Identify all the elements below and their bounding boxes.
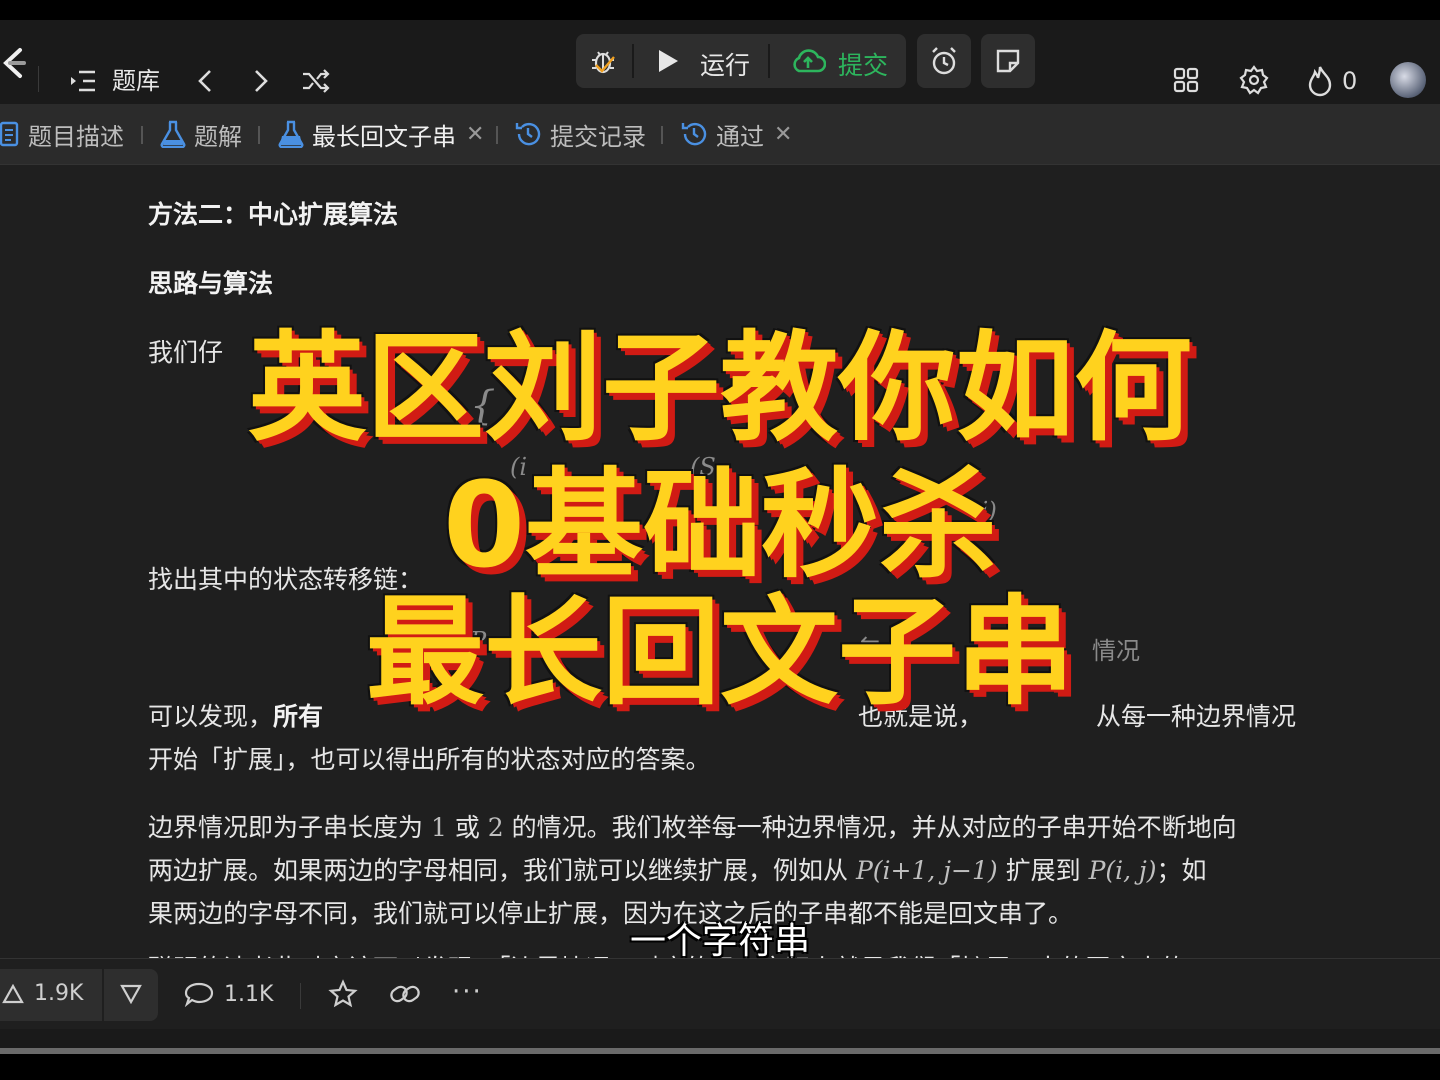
link-icon (390, 985, 420, 1003)
divider (38, 66, 39, 92)
submit-button[interactable]: 提交 (838, 46, 888, 82)
chevron-left-icon[interactable] (190, 66, 220, 96)
overlay-title-line2: 0基础秒杀 (442, 456, 998, 594)
list-icon[interactable] (68, 66, 98, 96)
horizontal-scrollbar[interactable] (0, 1048, 1440, 1054)
upvote-triangle-icon (2, 983, 24, 1003)
tab-label: 题解 (194, 122, 242, 151)
comment-icon (184, 982, 214, 1007)
flame-icon[interactable] (1304, 64, 1336, 98)
gear-icon[interactable] (1238, 64, 1270, 96)
run-submit-group: 运行 提交 (576, 34, 906, 88)
tab-submissions[interactable]: 提交记录 (514, 118, 646, 151)
upvote-button[interactable]: 1.9K (2, 981, 83, 1006)
section-heading: 方法二：中心扩展算法 (148, 200, 399, 229)
tab-label: 通过 (716, 122, 764, 151)
tab-accepted[interactable]: 通过 ✕ (680, 118, 792, 151)
problem-bank-link[interactable]: 题库 (112, 66, 160, 96)
run-button[interactable]: 运行 (700, 46, 750, 82)
tab-label: 最长回文子串 (312, 122, 456, 151)
star-icon (328, 979, 358, 1008)
leetcode-logo[interactable] (0, 46, 26, 80)
description-icon (0, 121, 19, 147)
flask-icon (160, 120, 186, 148)
paragraph-boundary-line1: 边界情况即为子串长度为 1 或 2 的情况。我们枚举每一种边界情况，并从对应的子… (148, 813, 1237, 842)
overlay-title-line1: 英区刘子教你如何 (247, 319, 1192, 457)
share-link-button[interactable] (388, 979, 422, 1009)
paragraph-boundary-line2: 两边扩展。如果两边的字母相同，我们就可以继续扩展，例如从 P(i+1, j−1)… (148, 856, 1207, 885)
section-subheading: 思路与算法 (148, 269, 274, 298)
upvote-count: 1.9K (34, 981, 84, 1006)
tab-solution-article[interactable]: 最长回文子串 ✕ (278, 118, 484, 151)
solution-action-bar: 1.9K 1.1K ··· (0, 958, 1440, 1029)
favorite-button[interactable] (328, 979, 358, 1009)
shuffle-icon[interactable] (300, 66, 332, 96)
note-icon (996, 49, 1020, 73)
streak-count: 0 (1342, 67, 1358, 95)
alarm-clock-icon (932, 47, 956, 75)
debug-bug-icon[interactable] (588, 46, 618, 76)
close-icon[interactable]: ✕ (466, 122, 484, 147)
downvote-triangle-icon (120, 984, 142, 1004)
downvote-button[interactable] (120, 984, 142, 1004)
timer-button[interactable] (917, 34, 971, 88)
history-icon (515, 122, 541, 146)
video-subtitle: 一个字符串 (629, 921, 810, 962)
more-options-icon[interactable]: ··· (452, 977, 483, 1007)
close-icon[interactable]: ✕ (774, 122, 792, 147)
history-icon (681, 122, 707, 146)
vote-group: 1.9K (0, 969, 158, 1021)
flask-icon (278, 120, 304, 148)
cloud-upload-icon[interactable] (790, 47, 827, 79)
tab-bar: 题目描述 题解 最长回文子串 ✕ 提交记录 通过 ✕ (0, 104, 1440, 165)
overlay-title-line3: 最长回文子串 (365, 583, 1074, 721)
chevron-right-icon[interactable] (246, 66, 276, 96)
comment-count: 1.1K (224, 981, 274, 1007)
tab-description[interactable]: 题目描述 (0, 118, 124, 151)
tab-label: 提交记录 (550, 122, 646, 151)
top-navbar: 题库 运行 提交 0 (0, 20, 1440, 104)
tab-solutions[interactable]: 题解 (160, 118, 242, 151)
notes-button[interactable] (981, 34, 1035, 88)
comments-button[interactable]: 1.1K (184, 981, 273, 1007)
avatar[interactable] (1390, 62, 1426, 98)
paragraph-observation-line2: 开始「扩展」，也可以得出所有的状态对应的答案。 (148, 745, 711, 774)
play-icon[interactable] (656, 48, 680, 78)
layout-grid-icon[interactable] (1170, 64, 1202, 96)
tab-label: 题目描述 (28, 122, 124, 151)
